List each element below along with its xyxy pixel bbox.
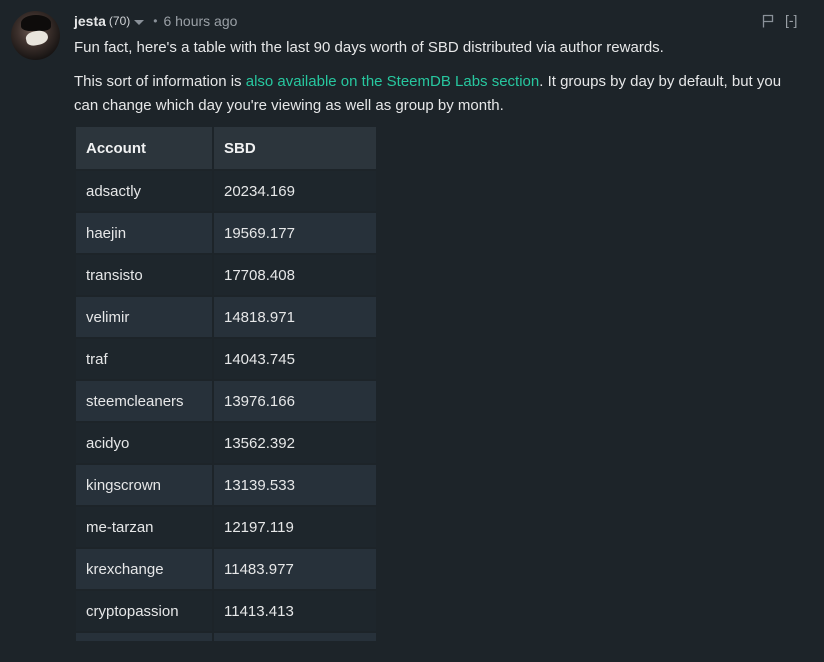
account-cell (76, 631, 214, 641)
sbd-cell: 20234.169 (214, 169, 376, 211)
account-cell: acidyo (76, 421, 214, 463)
table-row: haejin 19569.177 (76, 211, 376, 253)
account-cell: haejin (76, 211, 214, 253)
sbd-cell: 14043.745 (214, 337, 376, 379)
flag-icon[interactable] (762, 14, 774, 28)
account-cell: transisto (76, 253, 214, 295)
sbd-cell: 14818.971 (214, 295, 376, 337)
account-cell: adsactly (76, 169, 214, 211)
sbd-cell: 12197.119 (214, 505, 376, 547)
collapse-toggle[interactable]: [-] (785, 12, 797, 28)
account-cell: steemcleaners (76, 379, 214, 421)
comment-header: jesta (70) • 6 hours ago (74, 11, 237, 31)
chevron-down-icon[interactable] (134, 19, 145, 25)
sbd-cell: 11483.977 (214, 547, 376, 589)
sbd-cell: 11413.413 (214, 589, 376, 631)
table-row: me-tarzan 12197.119 (76, 505, 376, 547)
paragraph-info: This sort of information is also availab… (74, 70, 804, 118)
sbd-cell: 13562.392 (214, 421, 376, 463)
author-name[interactable]: jesta (74, 13, 106, 29)
sbd-cell: 13976.166 (214, 379, 376, 421)
account-cell: cryptopassion (76, 589, 214, 631)
steemdb-labs-link[interactable]: also available on the SteemDB Labs secti… (246, 73, 540, 90)
avatar-hair (21, 15, 51, 31)
table-row: velimir 14818.971 (76, 295, 376, 337)
timestamp[interactable]: 6 hours ago (163, 13, 237, 29)
paragraph-info-start: This sort of information is (74, 73, 246, 90)
column-header-account: Account (76, 127, 214, 169)
account-cell: velimir (76, 295, 214, 337)
account-cell: krexchange (76, 547, 214, 589)
separator-dot: • (153, 14, 158, 28)
table-row (76, 631, 376, 641)
table-row: kingscrown 13139.533 (76, 463, 376, 505)
comment: jesta (70) • 6 hours ago [-] Fun fact, h… (0, 0, 824, 662)
table-row: krexchange 11483.977 (76, 547, 376, 589)
avatar-mask (24, 28, 50, 48)
table-row: acidyo 13562.392 (76, 421, 376, 463)
avatar[interactable] (11, 11, 60, 60)
sbd-cell: 19569.177 (214, 211, 376, 253)
sbd-cell: 13139.533 (214, 463, 376, 505)
table-row: steemcleaners 13976.166 (76, 379, 376, 421)
rewards-table: Account SBD adsactly 20234.169 haejin 19… (76, 127, 376, 641)
paragraph-intro: Fun fact, here's a table with the last 9… (74, 39, 664, 56)
sbd-cell: 17708.408 (214, 253, 376, 295)
table-row: adsactly 20234.169 (76, 169, 376, 211)
table-row: cryptopassion 11413.413 (76, 589, 376, 631)
sbd-cell (214, 631, 376, 641)
account-cell: traf (76, 337, 214, 379)
table-row: traf 14043.745 (76, 337, 376, 379)
table-row: transisto 17708.408 (76, 253, 376, 295)
author-reputation: (70) (108, 14, 131, 28)
account-cell: kingscrown (76, 463, 214, 505)
column-header-sbd: SBD (214, 127, 376, 169)
account-cell: me-tarzan (76, 505, 214, 547)
table-header-row: Account SBD (76, 127, 376, 169)
